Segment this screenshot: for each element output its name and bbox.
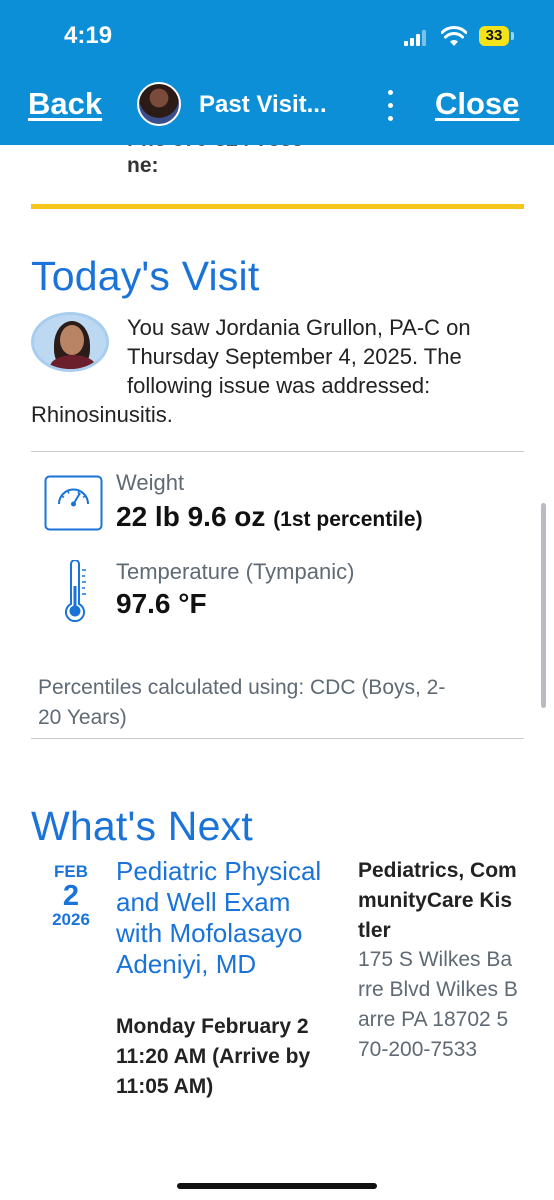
appointment-year: 2026 bbox=[52, 910, 90, 929]
section-divider bbox=[31, 204, 524, 209]
page-title: Past Visit... bbox=[199, 91, 327, 118]
close-button[interactable]: Close bbox=[435, 86, 519, 122]
whats-next-heading: What's Next bbox=[31, 803, 253, 849]
back-button[interactable]: Back bbox=[28, 86, 102, 122]
status-time: 4:19 bbox=[64, 22, 113, 49]
clipped-phone-label: ne: bbox=[127, 154, 159, 177]
home-indicator[interactable] bbox=[177, 1183, 377, 1189]
appointment-month: FEB bbox=[54, 862, 88, 881]
scrollbar[interactable] bbox=[541, 503, 546, 708]
more-options-icon[interactable] bbox=[384, 88, 396, 124]
photo-spacer bbox=[31, 313, 127, 399]
clipped-phone-text: Pho 570-824-7533 ne: bbox=[127, 145, 303, 179]
weight-value-row: 22 lb 9.6 oz (1st percentile) bbox=[116, 501, 423, 533]
patient-avatar[interactable] bbox=[137, 82, 181, 126]
battery-indicator: 33 bbox=[479, 26, 509, 46]
appointment-day: 2 bbox=[62, 880, 80, 912]
cellular-signal-icon bbox=[404, 30, 430, 46]
status-bar: 4:19 33 bbox=[0, 0, 554, 72]
scale-icon bbox=[44, 475, 103, 531]
temperature-label: Temperature (Tympanic) bbox=[116, 559, 355, 584]
temperature-value: 97.6 °F bbox=[116, 588, 207, 619]
location-address[interactable]: 175 S Wilkes Barre Blvd Wilkes Barre PA … bbox=[358, 945, 518, 1065]
percentile-note: Percentiles calculated using: CDC (Boys,… bbox=[38, 676, 446, 729]
appointment-time: Monday February 2 11:20 AM (Arrive by 11… bbox=[116, 1015, 311, 1098]
todays-visit-heading: Today's Visit bbox=[31, 253, 260, 299]
weight-label: Weight bbox=[116, 470, 185, 495]
appointment-title-link[interactable]: Pediatric Physical and Well Exam with Mo… bbox=[116, 856, 341, 980]
location-name: Pediatrics, CommunityCare Kistler bbox=[358, 859, 517, 942]
top-bar: 4:19 33 Back Past Visit... Close bbox=[0, 0, 554, 145]
divider bbox=[31, 738, 524, 739]
visit-summary-text: You saw Jordania Grullon, PA-C on Thursd… bbox=[31, 313, 501, 429]
wifi-icon bbox=[441, 26, 467, 46]
battery-nub bbox=[511, 32, 514, 40]
divider bbox=[31, 451, 524, 452]
weight-percentile: (1st percentile) bbox=[273, 508, 423, 531]
thermometer-icon bbox=[65, 560, 86, 623]
appointment-date: FEB 2 2026 bbox=[31, 862, 111, 930]
weight-value: 22 lb 9.6 oz bbox=[116, 501, 266, 532]
bottom-safe-area bbox=[0, 1150, 554, 1200]
nav-bar: Back Past Visit... Close bbox=[0, 72, 554, 145]
visit-summary-content[interactable]: Pho 570-824-7533 ne: Today's Visit You s… bbox=[0, 145, 554, 1150]
clipped-phone-line: Pho 570-824-7533 bbox=[127, 145, 303, 153]
